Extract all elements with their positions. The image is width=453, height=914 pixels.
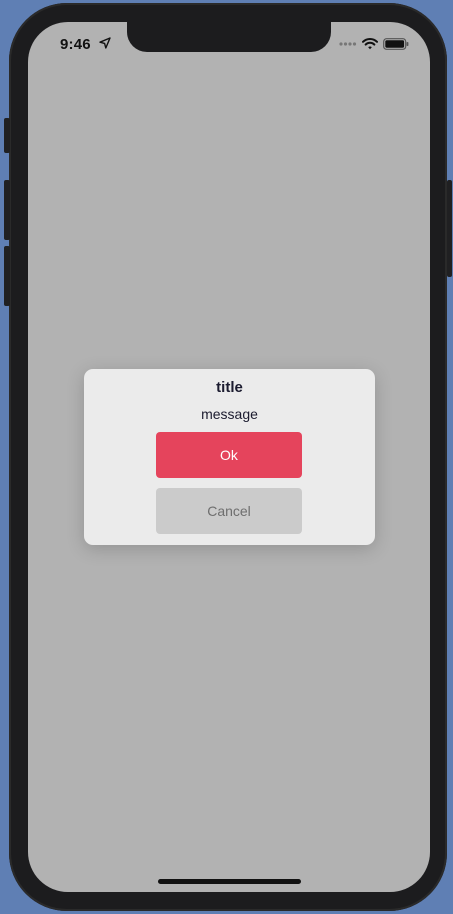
battery-icon xyxy=(383,38,409,50)
status-time: 9:46 xyxy=(60,36,91,53)
wifi-icon xyxy=(362,37,378,50)
location-arrow-icon xyxy=(99,37,111,49)
alert-dialog: title message Ok Cancel xyxy=(84,369,375,545)
cancel-button[interactable]: Cancel xyxy=(156,488,302,534)
ok-button[interactable]: Ok xyxy=(156,432,302,478)
silent-switch xyxy=(4,118,10,153)
volume-up-button xyxy=(4,180,10,240)
dialog-title: title xyxy=(216,379,243,396)
dialog-message: message xyxy=(201,406,258,422)
cellular-signal-icon xyxy=(339,42,357,46)
screen: 9:46 title message Ok Cancel xyxy=(28,22,430,892)
power-button xyxy=(447,180,452,277)
volume-down-button xyxy=(4,246,10,306)
notch xyxy=(127,22,331,52)
home-indicator[interactable] xyxy=(158,879,301,884)
